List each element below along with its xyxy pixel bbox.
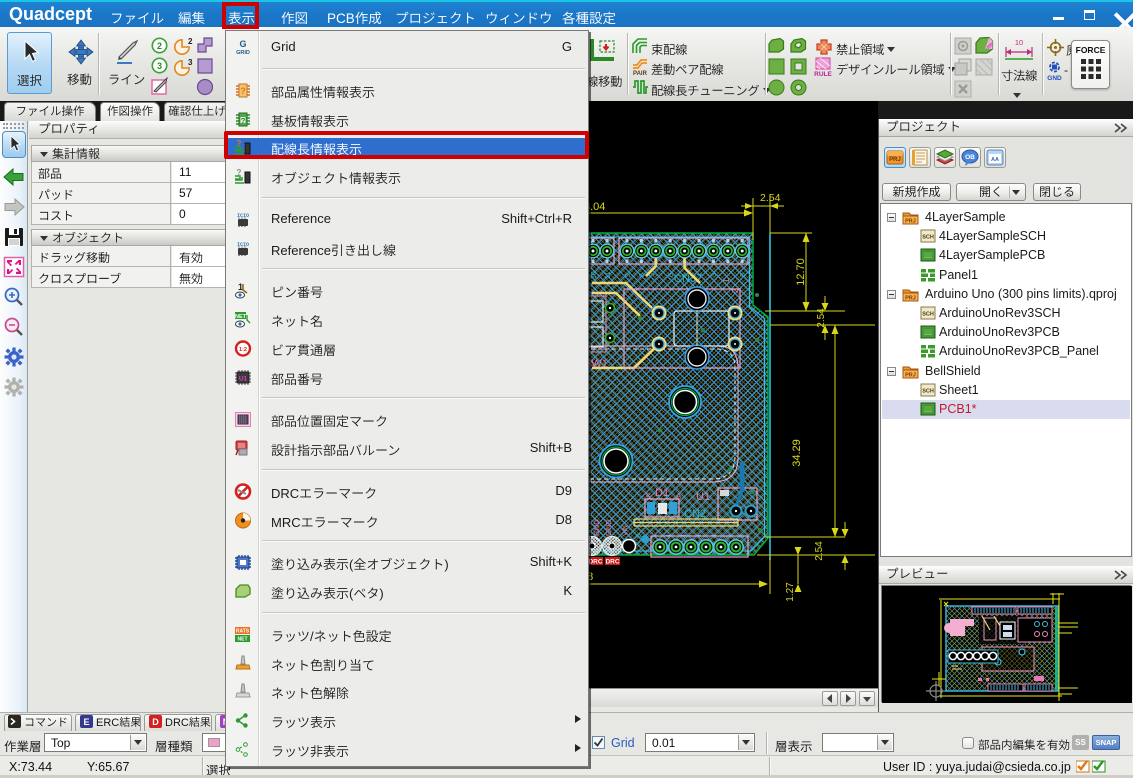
- svg-text:11: 11: [605, 272, 612, 279]
- svg-text:1:2: 1:2: [239, 347, 247, 353]
- svg-text:GND: GND: [1047, 75, 1062, 82]
- svg-text:G: G: [239, 39, 246, 49]
- svg-text:PRJ: PRJ: [905, 372, 916, 378]
- svg-text:3: 3: [157, 61, 162, 71]
- svg-text:D: D: [152, 717, 159, 727]
- svg-text:OB: OB: [965, 154, 975, 161]
- svg-text:SCH: SCH: [922, 235, 934, 241]
- svg-text:DRC: DRC: [605, 559, 619, 566]
- svg-text:2.54: 2.54: [814, 541, 825, 561]
- svg-text:1.27: 1.27: [785, 582, 796, 602]
- svg-text:3: 3: [711, 273, 718, 277]
- svg-text:CN2: CN2: [684, 508, 706, 520]
- svg-text:GND: GND: [604, 519, 613, 536]
- svg-text:GND: GND: [592, 519, 601, 536]
- svg-text:2: 2: [188, 38, 193, 46]
- svg-text:10: 10: [591, 271, 598, 279]
- svg-text:3: 3: [188, 59, 193, 67]
- svg-text:34.29: 34.29: [791, 439, 803, 467]
- svg-text:1: 1: [722, 278, 731, 283]
- svg-text:4: 4: [697, 273, 704, 277]
- svg-text:PAIR: PAIR: [633, 71, 648, 76]
- svg-text:U1: U1: [239, 375, 248, 382]
- svg-text:VIN: VIN: [622, 525, 629, 536]
- svg-text:SCH: SCH: [922, 312, 934, 318]
- svg-text:?: ?: [240, 86, 246, 96]
- svg-text:8: 8: [740, 273, 747, 277]
- svg-text:PRJ: PRJ: [905, 219, 916, 225]
- svg-text:12.70: 12.70: [795, 258, 807, 286]
- svg-text:PRJ: PRJ: [905, 295, 916, 301]
- svg-text:2.54: 2.54: [760, 192, 781, 204]
- svg-text:2: 2: [157, 41, 162, 51]
- svg-text:DRC: DRC: [588, 559, 602, 566]
- svg-text:GRID: GRID: [236, 50, 250, 56]
- svg-text:2.54: 2.54: [816, 308, 827, 328]
- svg-text:?: ?: [241, 116, 246, 125]
- svg-text:7: 7: [653, 273, 660, 277]
- svg-text:AA: AA: [991, 157, 999, 163]
- svg-text:RULE: RULE: [814, 71, 832, 77]
- svg-text:8: 8: [639, 273, 646, 277]
- svg-text:K: K: [646, 492, 652, 501]
- svg-text:U1: U1: [696, 491, 710, 503]
- svg-text:10: 10: [1015, 38, 1023, 47]
- svg-text:NET: NET: [235, 314, 247, 320]
- svg-text:PRJ: PRJ: [889, 157, 901, 163]
- svg-text:NET: NET: [238, 636, 248, 642]
- svg-text:SCH: SCH: [922, 388, 934, 394]
- svg-text:D1: D1: [655, 487, 669, 499]
- svg-text:E: E: [83, 717, 89, 727]
- svg-text:RATS: RATS: [236, 628, 250, 634]
- svg-text:9: 9: [625, 273, 632, 277]
